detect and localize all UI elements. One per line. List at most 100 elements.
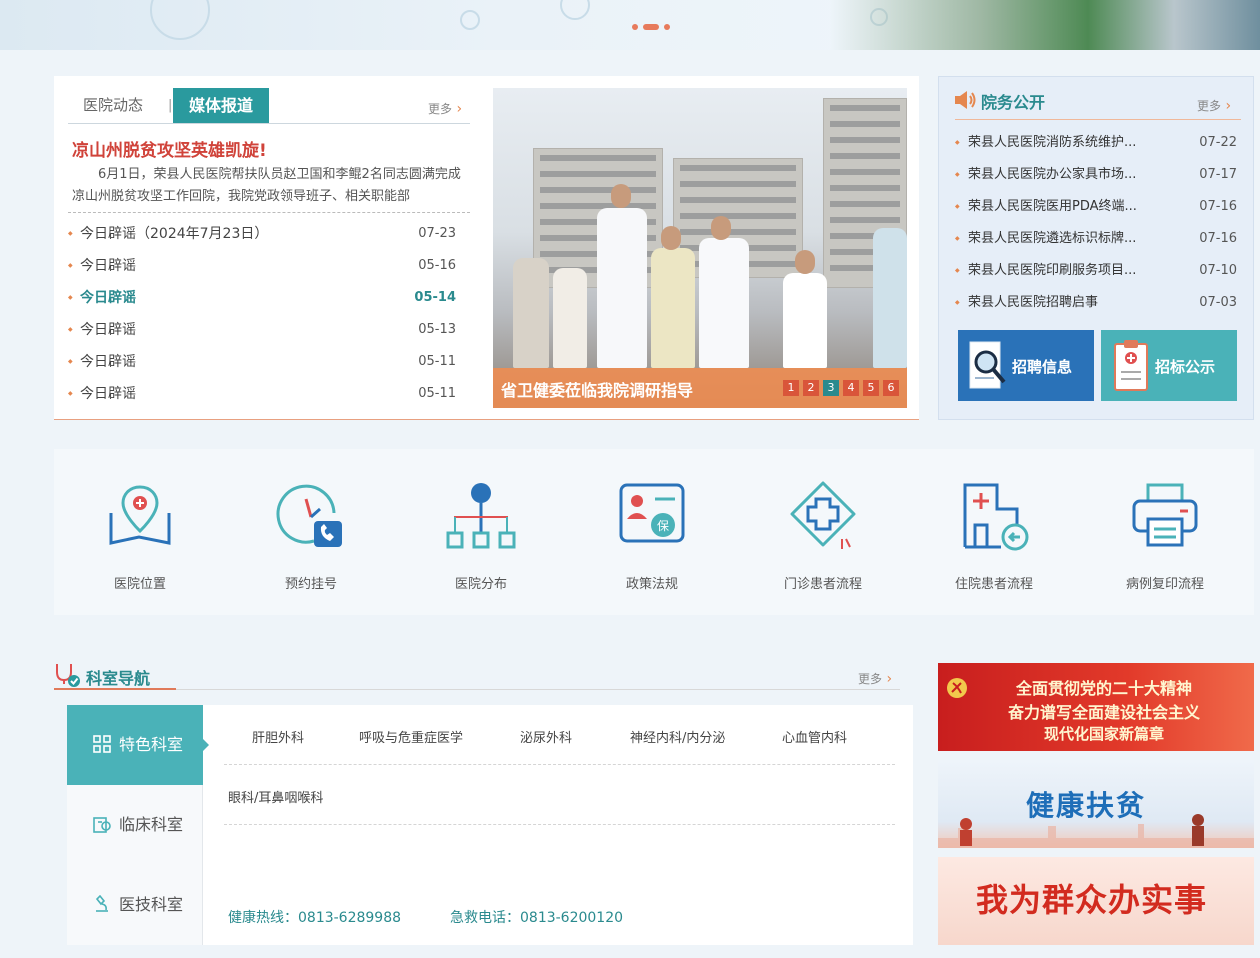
news-panel: 医院动态 | 媒体报道 更多 凉山州脱贫攻坚英雄凯旋! 6月1日，荣县人民医院帮…	[54, 76, 919, 420]
affairs-item[interactable]: 荣县人民医院消防系统维护... 07-22	[955, 127, 1245, 159]
slider-caption-bar: 省卫健委莅临我院调研指导 1 2 3 4 5 6	[493, 368, 907, 408]
service-record-copy[interactable]: 病例复印流程	[1095, 479, 1235, 592]
departments-more-link[interactable]: 更多	[858, 670, 892, 687]
affairs-item-title[interactable]: 荣县人民医院招聘启事	[968, 295, 1098, 310]
affairs-item-date: 07-16	[1199, 231, 1237, 246]
slider-caption[interactable]: 省卫健委莅临我院调研指导	[501, 377, 693, 401]
grid-icon	[93, 735, 111, 753]
slider-page-button[interactable]: 2	[803, 380, 819, 396]
clipboard-icon	[1114, 340, 1148, 391]
person-figure	[651, 248, 695, 368]
tender-label: 招标公示	[1155, 358, 1216, 376]
affairs-item[interactable]: 荣县人民医院办公家具市场... 07-17	[955, 159, 1245, 191]
health-poverty-title: 健康扶贫	[1026, 789, 1147, 822]
map-pin-icon	[109, 485, 171, 545]
tab-medtech-departments[interactable]: 医技科室	[67, 865, 203, 945]
serve-people-banner[interactable]: 我为群众办实事	[938, 857, 1254, 945]
news-more-link[interactable]: 更多	[428, 100, 462, 117]
service-inpatient-process[interactable]: 住院患者流程	[924, 479, 1064, 592]
news-item-date: 05-11	[418, 354, 456, 369]
news-item[interactable]: 今日辟谣 05-11	[68, 346, 470, 378]
affairs-item-title[interactable]: 荣县人民医院遴选标识标牌...	[968, 231, 1136, 246]
insurance-card-icon: 保	[619, 483, 685, 543]
affairs-item-title[interactable]: 荣县人民医院消防系统维护...	[968, 135, 1136, 150]
news-item-title[interactable]: 今日辟谣	[80, 258, 136, 274]
affairs-more-link[interactable]: 更多	[1197, 97, 1231, 114]
service-label: 政策法规	[625, 577, 678, 592]
affairs-item-title[interactable]: 荣县人民医院印刷服务项目...	[968, 263, 1136, 278]
affairs-item[interactable]: 荣县人民医院印刷服务项目... 07-10	[955, 255, 1245, 287]
stethoscope-icon	[56, 664, 80, 687]
affairs-list: 荣县人民医院消防系统维护... 07-22 荣县人民医院办公家具市场... 07-1…	[955, 127, 1245, 319]
banner-dot[interactable]	[664, 24, 670, 30]
tender-button[interactable]: 招标公示	[1101, 330, 1237, 401]
slider-page-button[interactable]: 5	[863, 380, 879, 396]
affairs-item[interactable]: 荣县人民医院医用PDA终端... 07-16	[955, 191, 1245, 223]
person-figure	[597, 208, 647, 368]
news-item[interactable]: 今日辟谣 05-11	[68, 378, 470, 410]
tab-hospital-news[interactable]: 医院动态	[83, 88, 143, 123]
molecule-decoration	[150, 0, 210, 40]
news-item-title[interactable]: 今日辟谣	[80, 290, 136, 306]
service-label: 门诊患者流程	[783, 577, 862, 592]
person-figure	[553, 268, 587, 368]
hospital-campus-photo	[830, 0, 1260, 50]
news-item[interactable]: 今日辟谣 05-13	[68, 314, 470, 346]
service-hospital-location[interactable]: 医院位置	[70, 479, 210, 592]
clinical-icon	[93, 817, 111, 833]
department-link[interactable]: 心血管内科	[782, 727, 847, 746]
news-item-title[interactable]: 今日辟谣	[80, 322, 136, 338]
molecule-decoration	[460, 10, 480, 30]
news-item-title[interactable]: 今日辟谣	[80, 386, 136, 402]
affairs-item[interactable]: 荣县人民医院招聘启事 07-03	[955, 287, 1245, 319]
slider-page-button[interactable]: 1	[783, 380, 799, 396]
department-nav-header: 科室导航 更多	[54, 660, 900, 690]
department-link[interactable]: 呼吸与危重症医学	[359, 727, 463, 746]
department-link[interactable]: 眼科/耳鼻咽喉科	[228, 787, 323, 806]
department-link[interactable]: 神经内科/内分泌	[630, 727, 725, 746]
news-item[interactable]: 今日辟谣 05-16	[68, 250, 470, 282]
service-policies[interactable]: 保 政策法规	[582, 479, 722, 592]
health-poverty-banner[interactable]: 健康扶贫	[938, 760, 1254, 848]
affairs-title: 院务公开	[955, 89, 1045, 113]
news-list: 今日辟谣（2024年7月23日） 07-23 今日辟谣 05-16 今日辟谣 05-1…	[68, 218, 470, 410]
service-hospital-distribution[interactable]: 医院分布	[411, 479, 551, 592]
banner-dot-active[interactable]	[643, 24, 659, 30]
news-item-title[interactable]: 今日辟谣	[80, 354, 136, 370]
news-item-title[interactable]: 今日辟谣（2024年7月23日）	[80, 226, 268, 242]
news-headline[interactable]: 凉山州脱贫攻坚英雄凯旋!	[72, 136, 267, 161]
news-item-date: 07-23	[418, 226, 456, 241]
health-hotline: 健康热线：0813-6289988	[228, 910, 402, 926]
affairs-item-date: 07-03	[1199, 295, 1237, 310]
magnifier-document-icon	[969, 341, 1006, 389]
tab-featured-departments[interactable]: 特色科室	[67, 705, 209, 785]
tab-label: 特色科室	[119, 735, 184, 754]
news-item-date: 05-13	[418, 322, 456, 337]
microscope-icon	[95, 895, 108, 912]
service-label: 病例复印流程	[1125, 577, 1204, 592]
affairs-item-title[interactable]: 荣县人民医院办公家具市场...	[968, 167, 1136, 182]
affairs-item-title[interactable]: 荣县人民医院医用PDA终端...	[968, 199, 1137, 214]
printer-icon	[1132, 483, 1198, 547]
news-slider[interactable]: 省卫健委莅临我院调研指导 1 2 3 4 5 6	[493, 88, 907, 408]
service-appointment[interactable]: 预约挂号	[241, 479, 381, 592]
medical-cross-icon	[790, 481, 856, 549]
recruitment-button[interactable]: 招聘信息	[958, 330, 1094, 401]
banner-dot[interactable]	[632, 24, 638, 30]
party-congress-banner[interactable]: 全面贯彻党的二十大精神 奋力谱写全面建设社会主义 现代化国家新篇章	[938, 663, 1254, 751]
news-item-highlighted[interactable]: 今日辟谣 05-14	[68, 282, 470, 314]
service-outpatient-process[interactable]: 门诊患者流程	[753, 479, 893, 592]
department-link[interactable]: 肝胆外科	[252, 727, 304, 746]
slider-page-button-active[interactable]: 3	[823, 380, 839, 396]
news-item[interactable]: 今日辟谣（2024年7月23日） 07-23	[68, 218, 470, 250]
affairs-item[interactable]: 荣县人民医院遴选标识标牌... 07-16	[955, 223, 1245, 255]
department-link[interactable]: 泌尿外科	[520, 727, 572, 746]
tab-clinical-departments[interactable]: 临床科室	[67, 785, 203, 865]
slider-page-button[interactable]: 6	[883, 380, 899, 396]
news-item-date: 05-11	[418, 386, 456, 401]
slider-page-button[interactable]: 4	[843, 380, 859, 396]
tab-media-reports[interactable]: 媒体报道	[173, 88, 269, 123]
banner-pager[interactable]	[632, 24, 670, 30]
title-underline	[54, 688, 176, 690]
tab-label: 临床科室	[119, 815, 184, 834]
